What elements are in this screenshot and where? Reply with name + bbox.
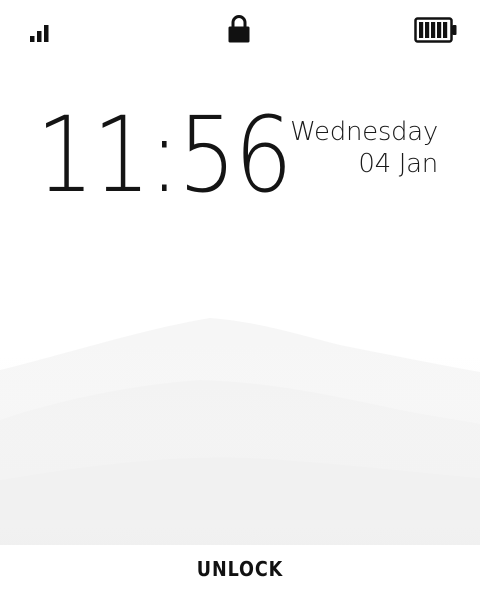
wallpaper-image xyxy=(0,300,480,600)
date-label: 04 Jan xyxy=(358,149,438,179)
clock-time: 11:56 xyxy=(36,94,293,216)
date-display: Wednesday 04 Jan xyxy=(290,116,438,180)
lock-screen: 11:56 Wednesday 04 Jan UNLOCK xyxy=(0,0,480,600)
weekday-label: Wednesday xyxy=(290,117,438,147)
battery-full-icon xyxy=(414,17,457,43)
status-bar xyxy=(0,0,480,64)
unlock-button[interactable]: UNLOCK xyxy=(29,545,451,593)
padlock-icon xyxy=(228,15,250,43)
signal-bars-icon xyxy=(30,25,49,42)
